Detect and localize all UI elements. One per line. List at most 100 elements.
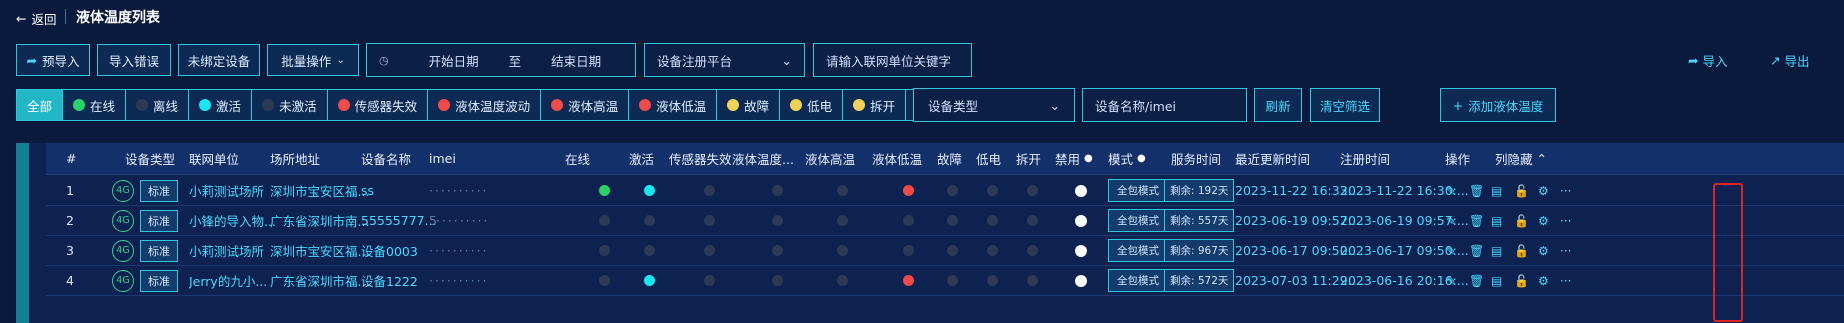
unit-cell[interactable]: 小莉测试场所 — [189, 176, 264, 205]
address-text: 深圳市宝安区福... — [270, 244, 370, 259]
service-cell: 剩余: 557天 — [1164, 206, 1235, 235]
filter-chip[interactable]: 低电 — [780, 90, 844, 120]
pre-import-button[interactable]: ➦ 预导入 — [16, 44, 90, 76]
more-icon[interactable]: ··· — [1560, 274, 1571, 288]
add-liquid-temp-button[interactable]: + 添加液体温度 — [1440, 88, 1556, 122]
filter-chip[interactable]: 未激活 — [252, 90, 328, 120]
column-header-hide[interactable]: 列隐藏 ⌃ — [1495, 143, 1547, 174]
back-button[interactable]: ← 返回 — [16, 9, 57, 28]
filter-chip[interactable]: 全部 — [17, 90, 64, 120]
trash-icon-cell[interactable]: 🗑 — [1469, 206, 1484, 235]
gear-icon[interactable]: ⚙ — [1538, 214, 1549, 228]
unit-link[interactable]: 小莉测试场所 — [189, 181, 264, 200]
document-icon-cell[interactable]: ▤ — [1491, 176, 1502, 205]
document-icon-cell[interactable]: ▤ — [1491, 266, 1502, 295]
document-icon[interactable]: ▤ — [1491, 244, 1502, 258]
more-icon[interactable]: ··· — [1560, 184, 1571, 198]
unlock-icon[interactable]: 🔓 — [1514, 274, 1529, 288]
unit-cell[interactable]: 小锋的导入物... — [189, 206, 276, 235]
edit-icon[interactable]: ✎ — [1446, 184, 1456, 198]
import-link[interactable]: ➦ 导入 — [1688, 51, 1728, 70]
imei-cell: · · · · · · · · · · — [429, 266, 486, 295]
edit-icon[interactable]: ✎ — [1446, 214, 1456, 228]
import-error-button[interactable]: 导入错误 — [97, 44, 171, 76]
filter-chip[interactable]: 在线 — [63, 90, 127, 120]
device-name-input[interactable]: 设备名称/imei — [1082, 88, 1247, 122]
more-icon-cell[interactable]: ··· — [1560, 236, 1571, 265]
unit-link[interactable]: Jerry的九小... — [189, 271, 267, 290]
more-icon-cell[interactable]: ··· — [1560, 206, 1571, 235]
document-icon[interactable]: ▤ — [1491, 184, 1502, 198]
unbound-device-button[interactable]: 未绑定设备 — [178, 44, 260, 76]
gear-icon-cell[interactable]: ⚙ — [1538, 206, 1549, 235]
table-row[interactable]: 2 4G 标准 小锋的导入物... 广东省深圳市南... 55555777... 5· · … — [46, 206, 1844, 236]
filter-chip[interactable]: 离线 — [126, 90, 190, 120]
edit-icon-cell[interactable]: ✎ — [1446, 206, 1456, 235]
gear-icon[interactable]: ⚙ — [1538, 274, 1549, 288]
unit-cell[interactable]: Jerry的九小... — [189, 266, 267, 295]
filter-chip[interactable]: 传感器失效 — [328, 90, 429, 120]
gear-icon-cell[interactable]: ⚙ — [1538, 266, 1549, 295]
refresh-button[interactable]: 刷新 — [1254, 88, 1302, 122]
filter-chip[interactable]: 故障 — [717, 90, 781, 120]
unlock-icon[interactable]: 🔓 — [1514, 244, 1529, 258]
gear-icon-cell[interactable]: ⚙ — [1538, 236, 1549, 265]
gear-icon-cell[interactable]: ⚙ — [1538, 176, 1549, 205]
table-row[interactable]: 4 4G 标准 Jerry的九小... 广东省深圳市福... 设备1222 · · · · … — [46, 266, 1844, 296]
document-icon[interactable]: ▤ — [1491, 274, 1502, 288]
info-icon[interactable]: ● — [1137, 153, 1146, 164]
gear-icon[interactable]: ⚙ — [1538, 184, 1549, 198]
unit-link[interactable]: 小锋的导入物... — [189, 211, 276, 230]
platform-select[interactable]: 设备注册平台 ⌄ — [644, 43, 805, 77]
row-index: 2 — [66, 213, 74, 228]
edit-icon-cell[interactable]: ✎ — [1446, 266, 1456, 295]
document-icon-cell[interactable]: ▤ — [1491, 206, 1502, 235]
filter-chip[interactable]: 液体低温 — [629, 90, 718, 120]
edit-icon[interactable]: ✎ — [1446, 244, 1456, 258]
batch-ops-button[interactable]: 批量操作 ⌄ — [267, 44, 359, 76]
more-icon-cell[interactable]: ··· — [1560, 266, 1571, 295]
filter-chip[interactable]: 拆开 — [843, 90, 907, 120]
unlock-icon-cell[interactable]: 🔓 — [1514, 206, 1529, 235]
document-icon[interactable]: ▤ — [1491, 214, 1502, 228]
export-link[interactable]: ↗ 导出 — [1770, 51, 1810, 70]
more-icon-cell[interactable]: ··· — [1560, 176, 1571, 205]
trash-icon[interactable]: 🗑 — [1469, 184, 1484, 198]
end-date-input[interactable]: 结束日期 — [551, 51, 601, 70]
trash-icon-cell[interactable]: 🗑 — [1469, 176, 1484, 205]
info-icon[interactable]: ● — [1084, 153, 1093, 164]
column-header-label: 低电 — [976, 152, 1002, 167]
edit-icon-cell[interactable]: ✎ — [1446, 176, 1456, 205]
clear-filter-button[interactable]: 清空筛选 — [1310, 88, 1380, 122]
trash-icon[interactable]: 🗑 — [1469, 244, 1484, 258]
edit-icon-cell[interactable]: ✎ — [1446, 236, 1456, 265]
more-icon[interactable]: ··· — [1560, 244, 1571, 258]
unit-cell[interactable]: 小莉测试场所 — [189, 236, 264, 265]
start-date-input[interactable]: 开始日期 — [429, 51, 479, 70]
filter-chip[interactable]: 液体温度波动 — [428, 90, 542, 120]
table-row[interactable]: 3 4G 标准 小莉测试场所 深圳市宝安区福... 设备0003 · · · · · · ·… — [46, 236, 1844, 266]
trash-icon-cell[interactable]: 🗑 — [1469, 236, 1484, 265]
keyword-input[interactable]: 请输入联网单位关键字 — [813, 43, 972, 77]
unlock-icon[interactable]: 🔓 — [1514, 214, 1529, 228]
trash-icon[interactable]: 🗑 — [1469, 214, 1484, 228]
more-icon[interactable]: ··· — [1560, 214, 1571, 228]
date-range-picker[interactable]: ◷ 开始日期 至 结束日期 — [366, 43, 636, 77]
filter-chip[interactable]: 液体高温 — [541, 90, 630, 120]
gear-icon[interactable]: ⚙ — [1538, 244, 1549, 258]
document-icon-cell[interactable]: ▤ — [1491, 236, 1502, 265]
unit-link[interactable]: 小莉测试场所 — [189, 241, 264, 260]
unlock-icon-cell[interactable]: 🔓 — [1514, 266, 1529, 295]
edit-icon[interactable]: ✎ — [1446, 274, 1456, 288]
column-header-label: # — [66, 151, 77, 166]
table-row[interactable]: 1 4G 标准 小莉测试场所 深圳市宝安区福... ss · · · · · · · · ·… — [46, 176, 1844, 206]
trash-icon-cell[interactable]: 🗑 — [1469, 266, 1484, 295]
unlock-icon-cell[interactable]: 🔓 — [1514, 176, 1529, 205]
trash-icon[interactable]: 🗑 — [1469, 274, 1484, 288]
imei-cell: 5· · · · · · · · · — [429, 206, 487, 235]
unlock-icon[interactable]: 🔓 — [1514, 184, 1529, 198]
status-open-cell — [1027, 176, 1038, 205]
device-type-select[interactable]: 设备类型 ⌄ — [913, 88, 1075, 122]
unlock-icon-cell[interactable]: 🔓 — [1514, 236, 1529, 265]
filter-chip[interactable]: 激活 — [189, 90, 253, 120]
